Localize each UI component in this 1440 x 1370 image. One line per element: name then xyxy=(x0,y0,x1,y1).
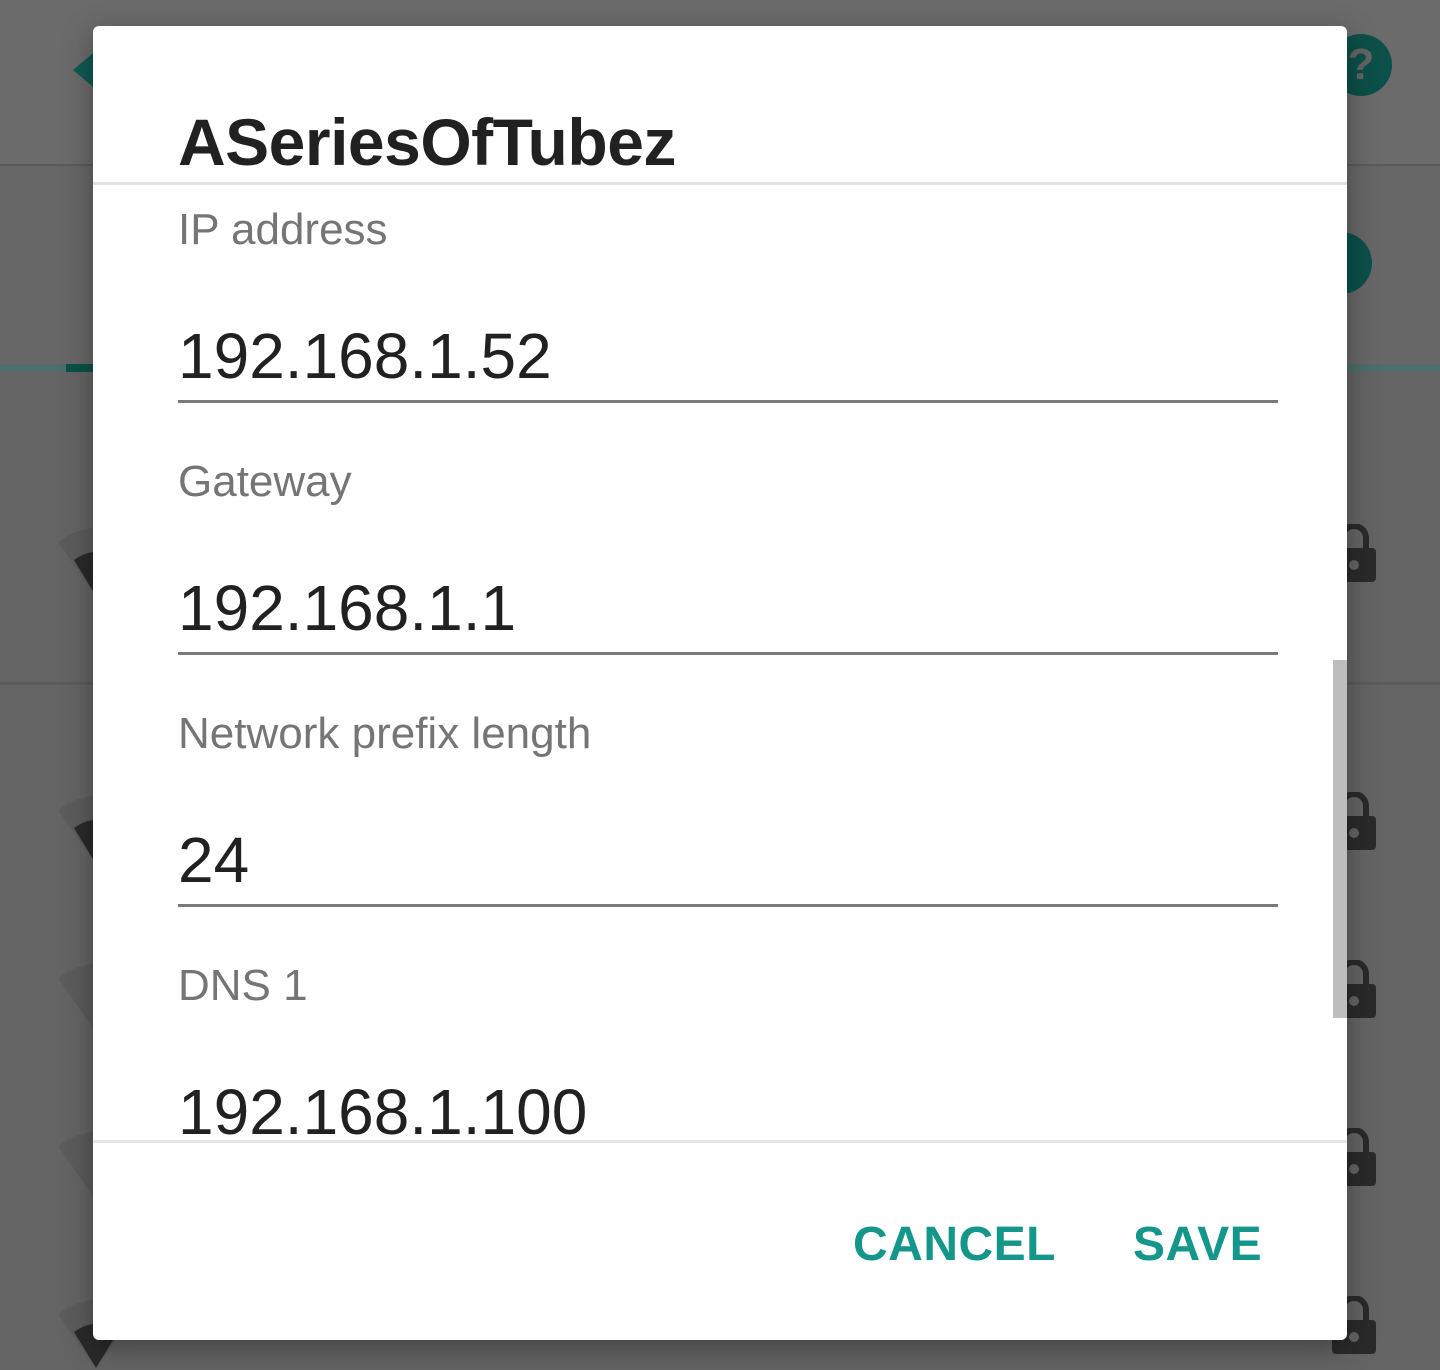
footer-divider xyxy=(93,1140,1347,1143)
network-prefix-length-label: Network prefix length xyxy=(178,709,592,758)
dns1-input[interactable] xyxy=(178,1039,1278,1141)
dialog-title: ASeriesOfTubez xyxy=(178,105,676,179)
network-prefix-length-input[interactable] xyxy=(178,787,1278,907)
ip-address-label: IP address xyxy=(178,205,388,254)
gateway-label: Gateway xyxy=(178,457,352,506)
dns1-label: DNS 1 xyxy=(178,961,308,1010)
static-ip-dialog: ASeriesOfTubez IP address 192.168.1.52 G… xyxy=(93,26,1347,1340)
dialog-scroll-area[interactable]: IP address 192.168.1.52 Gateway 192.168.… xyxy=(93,185,1347,1141)
gateway-input[interactable] xyxy=(178,535,1278,655)
cancel-button[interactable]: CANCEL xyxy=(853,1211,1056,1277)
ip-address-input[interactable] xyxy=(178,283,1278,403)
save-button[interactable]: SAVE xyxy=(1133,1211,1262,1277)
scrollbar-thumb[interactable] xyxy=(1333,660,1347,1018)
